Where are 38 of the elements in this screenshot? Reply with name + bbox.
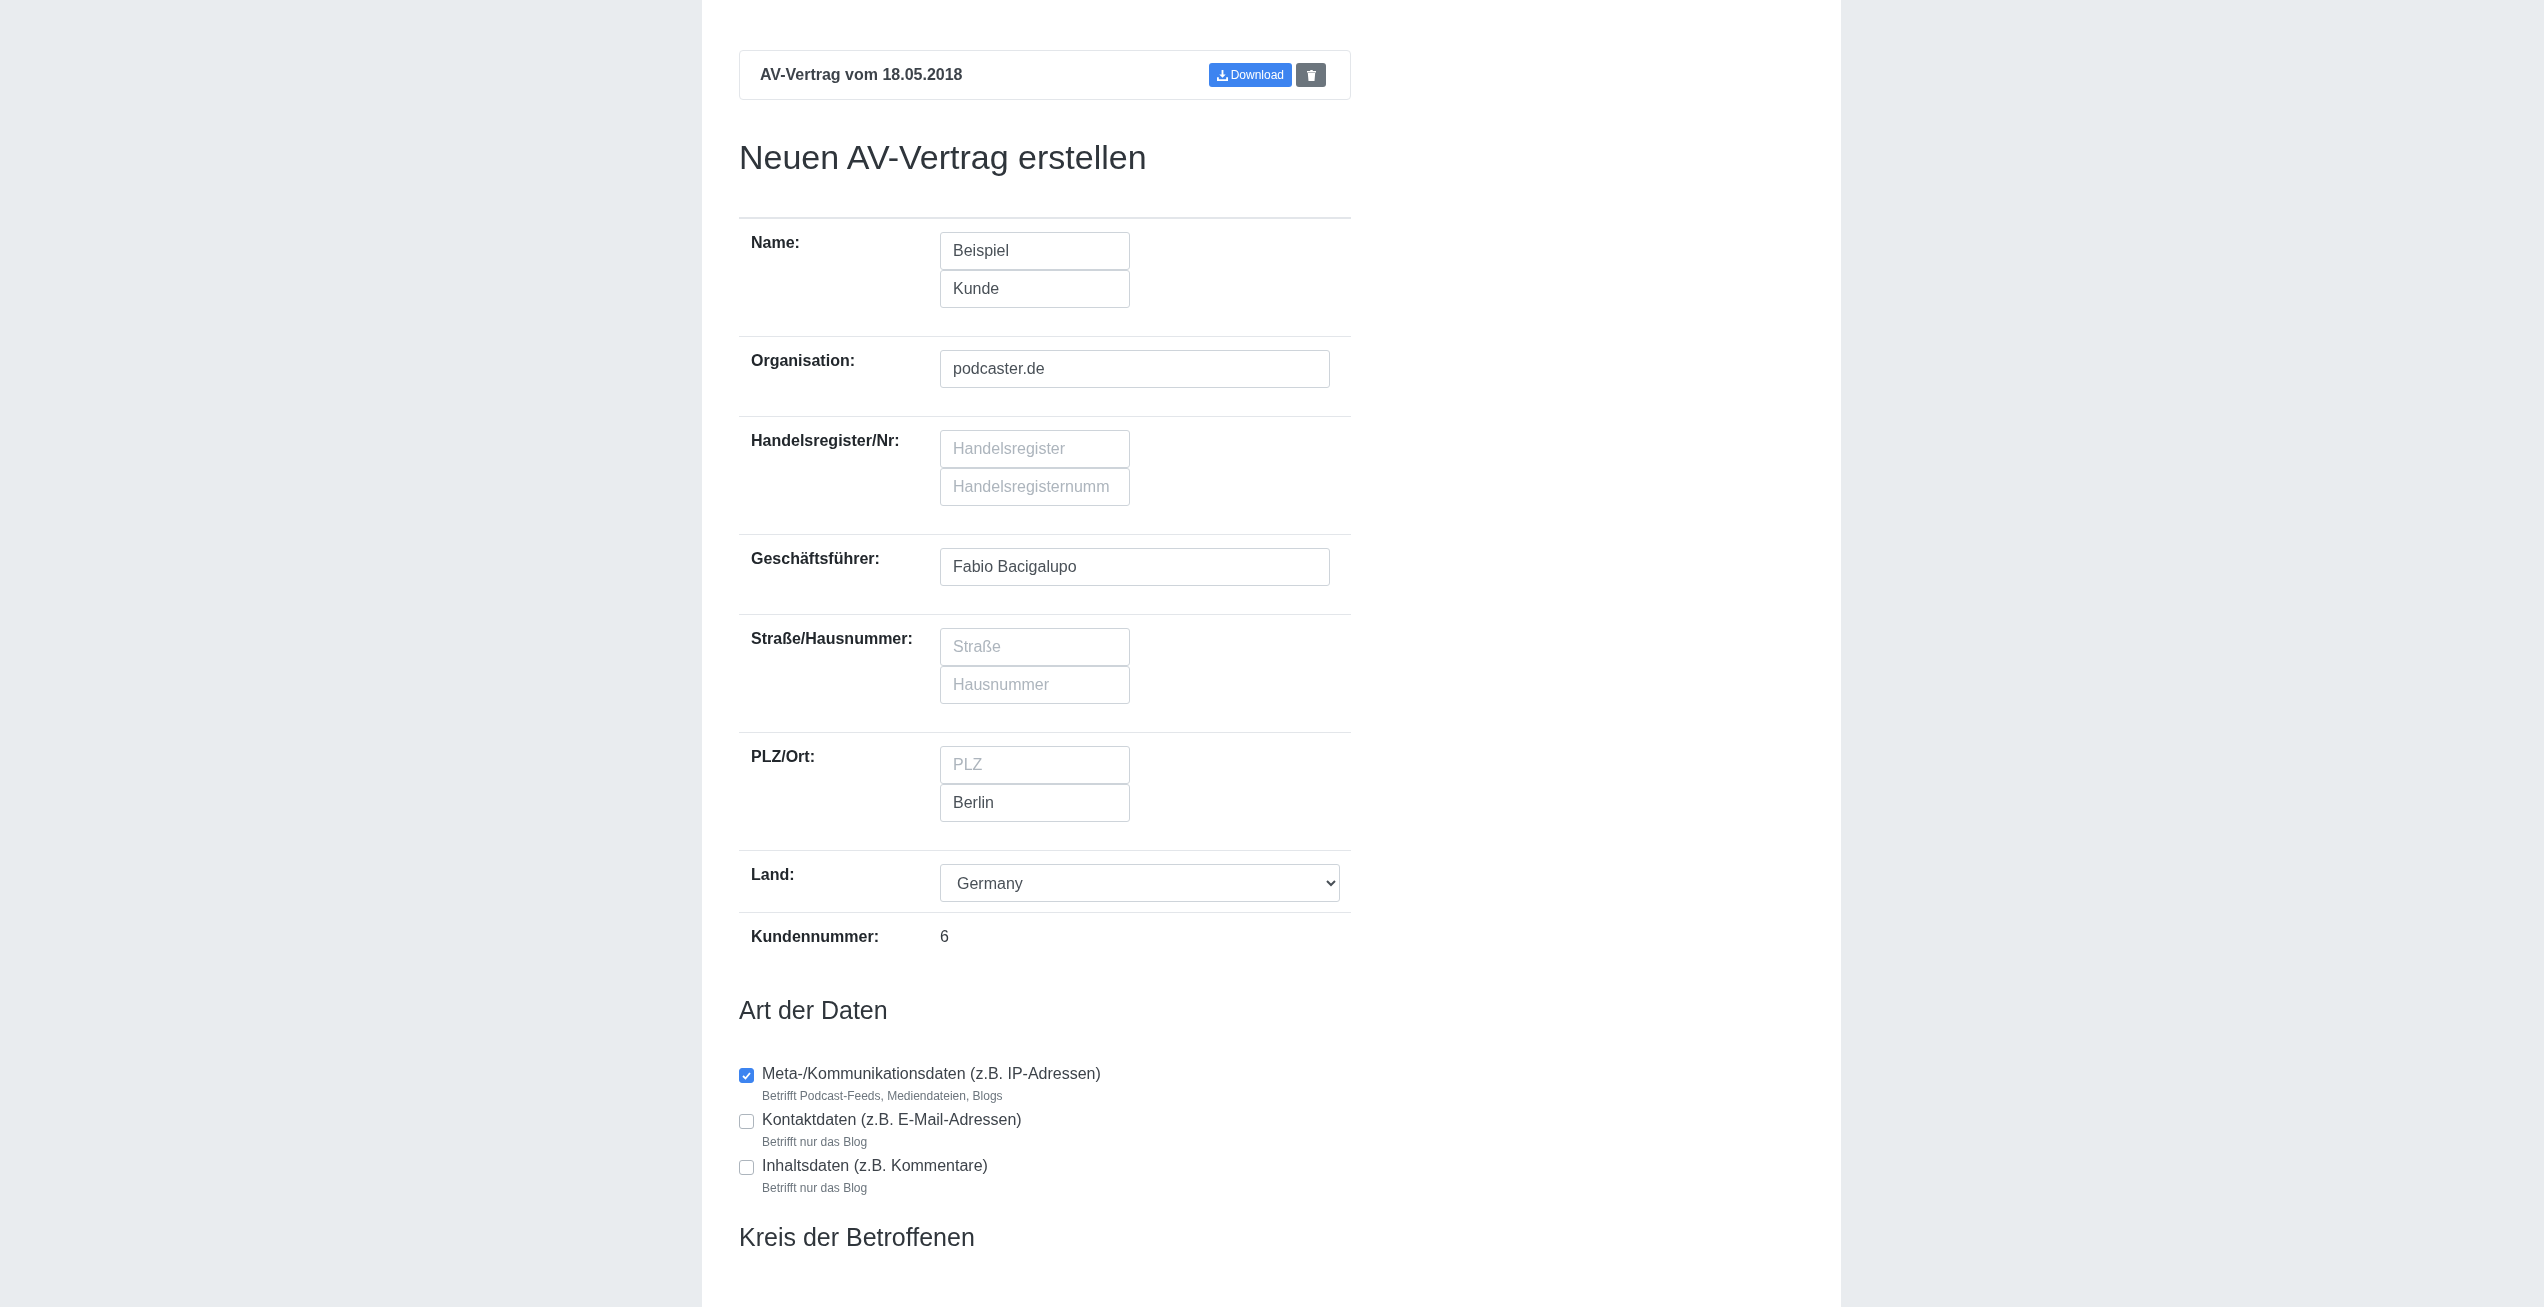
field-label: PLZ/Ort: — [751, 747, 816, 767]
checkbox-hint: Betrifft nur das Blog — [762, 1135, 869, 1149]
input-field[interactable]: Hausnummer — [940, 666, 1130, 704]
field-label: Name: — [751, 233, 801, 253]
checkbox-label: Inhaltsdaten (z.B. Kommentare) — [762, 1157, 988, 1175]
checkbox-hint: Betrifft Podcast-Feeds, Mediendateien, Blogs — [762, 1089, 1004, 1103]
download-icon — [1216, 69, 1228, 81]
input-field[interactable]: PLZ — [940, 746, 1130, 784]
field-value: 6 — [940, 927, 949, 946]
checkbox-label: Kontaktdaten (z.B. E-Mail-Adressen) — [762, 1111, 1022, 1129]
input-field[interactable]: Fabio Bacigalupo — [940, 548, 1330, 586]
input-field[interactable]: Berlin — [940, 784, 1130, 822]
field-label: Kundennummer: — [751, 927, 880, 946]
delete-button[interactable] — [1296, 63, 1326, 87]
input-field[interactable]: podcaster.de — [940, 350, 1330, 388]
country-select[interactable]: Germany — [940, 864, 1340, 902]
field-label: Land: — [751, 865, 796, 885]
field-label: Geschäftsführer: — [751, 549, 881, 569]
checkbox[interactable] — [739, 1114, 754, 1129]
trash-icon — [1306, 69, 1316, 81]
contract-title: AV-Vertrag vom 18.05.2018 — [760, 66, 964, 84]
input-field[interactable]: Handelsregister — [940, 430, 1130, 468]
input-field[interactable]: Beispiel — [940, 232, 1130, 270]
checkbox-label: Meta-/Kommunikationsdaten (z.B. IP-Adressen) — [762, 1065, 1101, 1083]
input-field[interactable]: Straße — [940, 628, 1130, 666]
checkmark-icon — [742, 1071, 751, 1080]
download-button[interactable]: Download — [1208, 63, 1292, 87]
input-field[interactable]: Kunde — [940, 270, 1130, 308]
checkbox[interactable] — [739, 1068, 754, 1083]
checkbox[interactable] — [739, 1160, 754, 1175]
input-field[interactable]: Handelsregisternumm — [940, 468, 1130, 506]
section-heading: Kreis der Betroffenen — [739, 1223, 976, 1252]
form-title: Neuen AV-Vertrag erstellen — [739, 138, 1148, 177]
checkbox-hint: Betrifft nur das Blog — [762, 1181, 869, 1195]
field-label: Handelsregister/Nr: — [751, 431, 901, 451]
field-label: Organisation: — [751, 351, 856, 371]
section-heading: Art der Daten — [739, 996, 889, 1025]
field-label: Straße/Hausnummer: — [751, 629, 914, 649]
